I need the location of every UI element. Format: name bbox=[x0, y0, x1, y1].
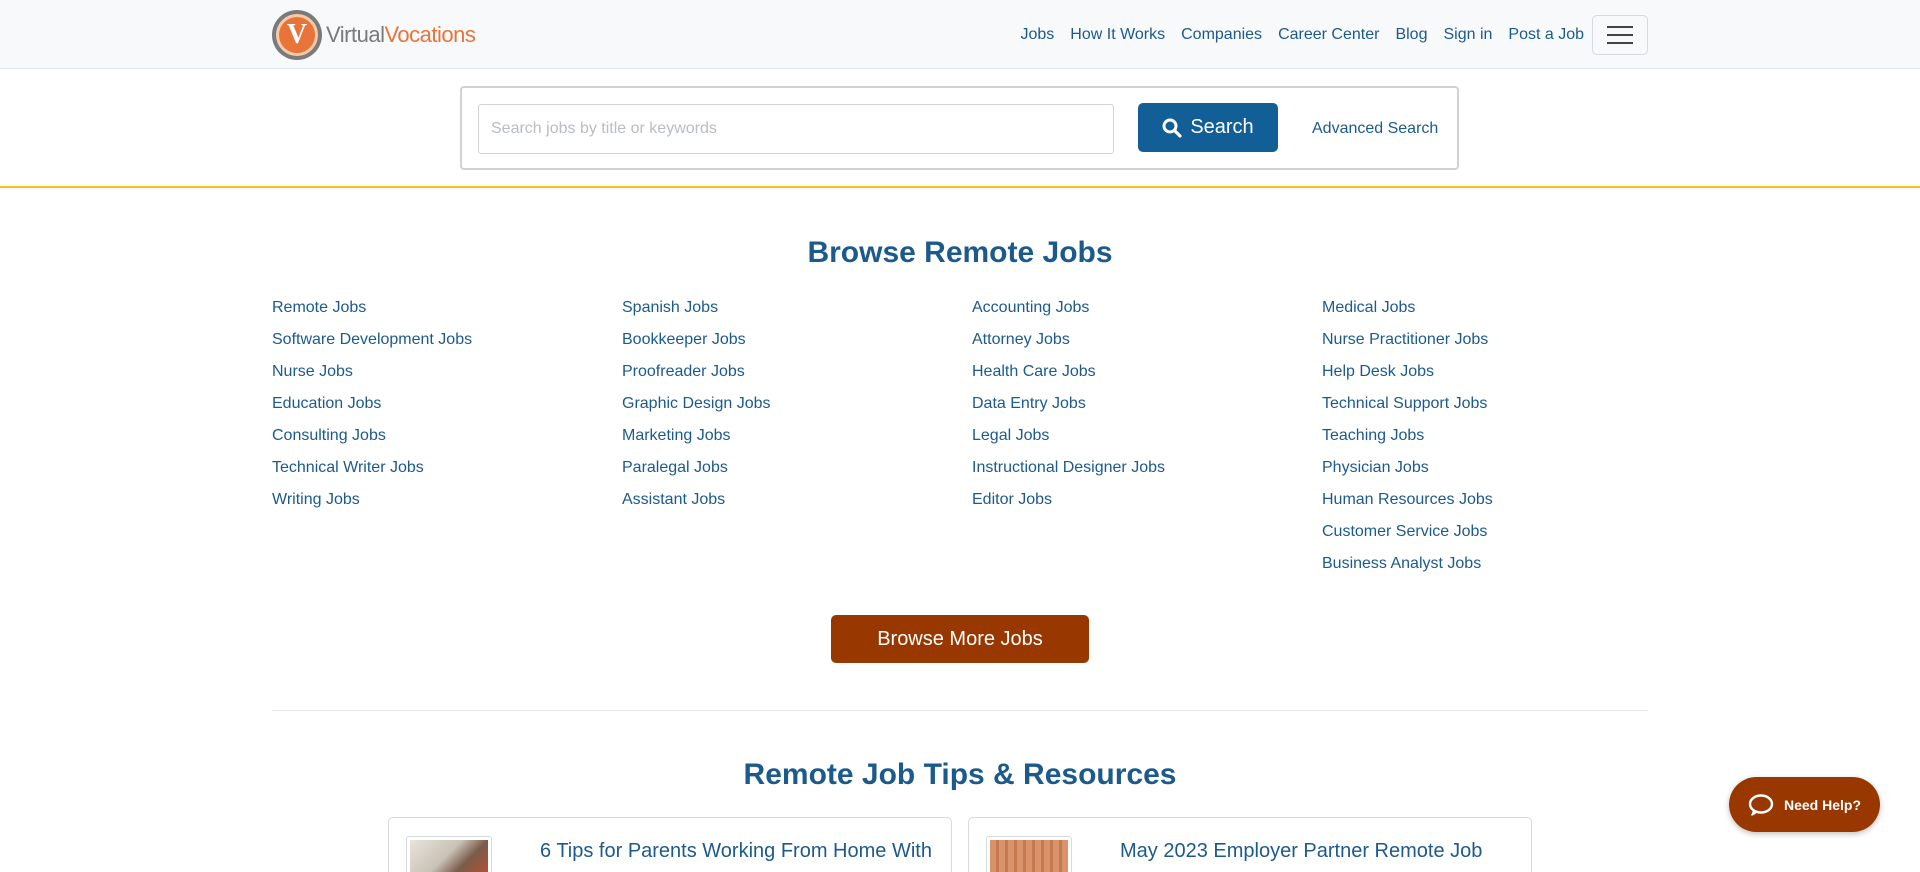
search-icon bbox=[1162, 118, 1182, 138]
job-link[interactable]: Consulting Jobs bbox=[272, 424, 612, 456]
nav-jobs[interactable]: Jobs bbox=[1021, 26, 1055, 44]
logo-mark-letter: V bbox=[276, 14, 318, 56]
search-button[interactable]: Search bbox=[1138, 103, 1278, 152]
chat-bubble-icon bbox=[1748, 793, 1774, 816]
section-divider bbox=[272, 710, 1648, 711]
tip-thumbnail[interactable] bbox=[986, 836, 1072, 872]
logo-wordmark: VirtualVocations bbox=[326, 22, 476, 48]
search-box: Search Advanced Search bbox=[460, 86, 1459, 170]
tip-title-link[interactable]: May 2023 Employer Partner Remote Job Ope… bbox=[1120, 836, 1520, 872]
nav-blog[interactable]: Blog bbox=[1395, 26, 1427, 44]
job-link[interactable]: Graphic Design Jobs bbox=[622, 392, 962, 424]
job-column-4: Medical Jobs Nurse Practitioner Jobs Hel… bbox=[1322, 296, 1662, 584]
tip-title-link[interactable]: 6 Tips for Parents Working From Home Wit… bbox=[540, 836, 940, 872]
nav-companies[interactable]: Companies bbox=[1181, 26, 1262, 44]
browse-section-title: Browse Remote Jobs bbox=[807, 236, 1113, 269]
job-link[interactable]: Spanish Jobs bbox=[622, 296, 962, 328]
top-navbar: V VirtualVocations Jobs How It Works Com… bbox=[0, 0, 1920, 69]
search-input[interactable] bbox=[478, 104, 1114, 154]
job-link[interactable]: Writing Jobs bbox=[272, 488, 612, 520]
job-link[interactable]: Nurse Jobs bbox=[272, 360, 612, 392]
need-help-button[interactable]: Need Help? bbox=[1729, 777, 1880, 832]
job-link[interactable]: Proofreader Jobs bbox=[622, 360, 962, 392]
logo-mark-icon: V bbox=[272, 10, 322, 60]
job-link[interactable]: Instructional Designer Jobs bbox=[972, 456, 1312, 488]
logo-wordmark-part1: Virtual bbox=[326, 22, 385, 47]
job-link[interactable]: Bookkeeper Jobs bbox=[622, 328, 962, 360]
job-link[interactable]: Customer Service Jobs bbox=[1322, 520, 1662, 552]
nav-post-a-job[interactable]: Post a Job bbox=[1508, 26, 1584, 44]
job-link[interactable]: Business Analyst Jobs bbox=[1322, 552, 1662, 584]
site-logo[interactable]: V VirtualVocations bbox=[272, 10, 476, 60]
job-link[interactable]: Remote Jobs bbox=[272, 296, 612, 328]
job-link[interactable]: Assistant Jobs bbox=[622, 488, 962, 520]
job-column-3: Accounting Jobs Attorney Jobs Health Car… bbox=[972, 296, 1312, 520]
job-link[interactable]: Technical Support Jobs bbox=[1322, 392, 1662, 424]
tip-card[interactable]: 6 Tips for Parents Working From Home Wit… bbox=[388, 817, 952, 872]
tips-section-title: Remote Job Tips & Resources bbox=[743, 758, 1177, 791]
browse-more-jobs-button[interactable]: Browse More Jobs bbox=[831, 615, 1089, 663]
tip-card[interactable]: May 2023 Employer Partner Remote Job Ope… bbox=[968, 817, 1532, 872]
job-link[interactable]: Physician Jobs bbox=[1322, 456, 1662, 488]
job-link[interactable]: Medical Jobs bbox=[1322, 296, 1662, 328]
job-link[interactable]: Nurse Practitioner Jobs bbox=[1322, 328, 1662, 360]
main-nav: Jobs How It Works Companies Career Cente… bbox=[1005, 0, 1648, 69]
job-link[interactable]: Technical Writer Jobs bbox=[272, 456, 612, 488]
advanced-search-link[interactable]: Advanced Search bbox=[1312, 120, 1438, 138]
tip-thumbnail[interactable] bbox=[406, 836, 492, 872]
nav-career-center[interactable]: Career Center bbox=[1278, 26, 1379, 44]
job-link[interactable]: Accounting Jobs bbox=[972, 296, 1312, 328]
job-link[interactable]: Legal Jobs bbox=[972, 424, 1312, 456]
job-column-1: Remote Jobs Software Development Jobs Nu… bbox=[272, 296, 612, 520]
job-link[interactable]: Data Entry Jobs bbox=[972, 392, 1312, 424]
job-link[interactable]: Health Care Jobs bbox=[972, 360, 1312, 392]
hamburger-menu-icon[interactable] bbox=[1592, 14, 1648, 55]
job-link[interactable]: Human Resources Jobs bbox=[1322, 488, 1662, 520]
job-column-2: Spanish Jobs Bookkeeper Jobs Proofreader… bbox=[622, 296, 962, 520]
nav-how-it-works[interactable]: How It Works bbox=[1070, 26, 1165, 44]
need-help-label: Need Help? bbox=[1783, 796, 1861, 813]
logo-wordmark-part2: Vocations bbox=[384, 22, 476, 47]
parent-working-image bbox=[410, 840, 488, 872]
keyboard-image bbox=[990, 840, 1068, 872]
search-band: Search Advanced Search bbox=[0, 69, 1920, 188]
search-button-label: Search bbox=[1190, 116, 1254, 138]
nav-sign-in[interactable]: Sign in bbox=[1443, 26, 1492, 44]
job-link[interactable]: Attorney Jobs bbox=[972, 328, 1312, 360]
job-link[interactable]: Paralegal Jobs bbox=[622, 456, 962, 488]
job-link[interactable]: Education Jobs bbox=[272, 392, 612, 424]
job-link[interactable]: Software Development Jobs bbox=[272, 328, 612, 360]
job-link[interactable]: Teaching Jobs bbox=[1322, 424, 1662, 456]
job-link[interactable]: Editor Jobs bbox=[972, 488, 1312, 520]
job-link[interactable]: Help Desk Jobs bbox=[1322, 360, 1662, 392]
job-link[interactable]: Marketing Jobs bbox=[622, 424, 962, 456]
